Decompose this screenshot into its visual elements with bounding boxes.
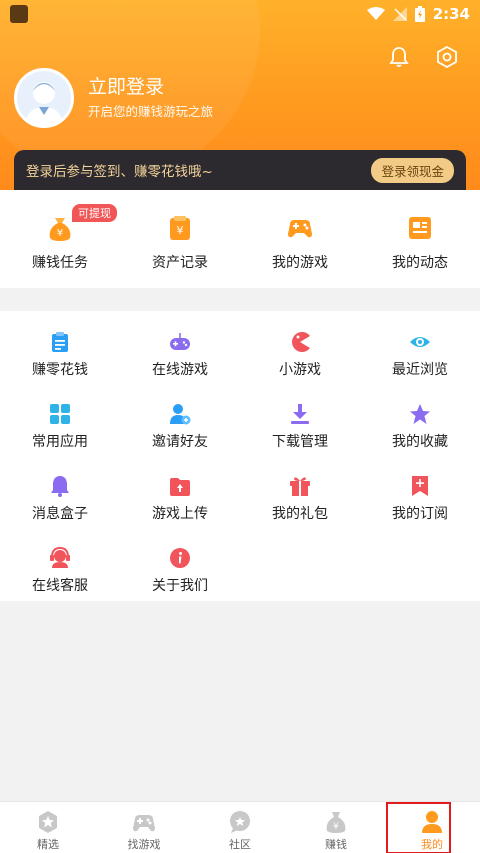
bookmark-icon [409, 475, 431, 497]
no-signal-icon [392, 7, 407, 21]
feature-label: 我的礼包 [272, 506, 328, 522]
quick-action-my-games[interactable]: 我的游戏 [240, 190, 360, 288]
feature-grid: 赚零花钱 在线游戏 小游戏 最近浏览 常用应用 邀请好友 下载管理 我的收藏 消… [0, 311, 480, 601]
feature-invite-friends[interactable]: 邀请好友 [120, 399, 240, 471]
quick-action-label: 我的游戏 [272, 255, 328, 271]
money-bag-icon: ¥ [46, 214, 74, 242]
nav-featured[interactable]: 精选 [0, 802, 96, 853]
feature-label: 小游戏 [279, 362, 321, 378]
feature-label: 邀请好友 [152, 434, 208, 450]
star-icon [409, 403, 431, 425]
info-icon [169, 547, 191, 569]
feature-common-apps[interactable]: 常用应用 [0, 399, 120, 471]
nav-mine[interactable]: 我的 [384, 802, 480, 853]
feature-label: 在线客服 [32, 578, 88, 594]
feature-recent-browsing[interactable]: 最近浏览 [360, 327, 480, 399]
feature-my-gifts[interactable]: 我的礼包 [240, 471, 360, 543]
nav-label: 找游戏 [127, 838, 161, 851]
nav-label: 精选 [37, 838, 59, 851]
feature-my-subscriptions[interactable]: 我的订阅 [360, 471, 480, 543]
star-badge-icon [36, 810, 60, 834]
feature-game-upload[interactable]: 游戏上传 [120, 471, 240, 543]
feature-online-games[interactable]: 在线游戏 [120, 327, 240, 399]
download-icon [289, 403, 311, 425]
feature-label: 最近浏览 [392, 362, 448, 378]
eye-icon [409, 331, 431, 353]
pacman-icon [289, 331, 311, 353]
battery-charging-icon [414, 6, 425, 22]
login-cash-button[interactable]: 登录领现金 [371, 157, 454, 183]
person-icon [420, 810, 444, 834]
feature-label: 下载管理 [272, 434, 328, 450]
add-friend-icon [169, 403, 191, 425]
withdrawable-badge: 可提现 [72, 204, 117, 222]
feature-label: 常用应用 [32, 434, 88, 450]
status-bar: 2:34 [0, 0, 480, 28]
nav-community[interactable]: 社区 [192, 802, 288, 853]
login-banner[interactable]: 登录后参与签到、赚零花钱哦~ 登录领现金 [14, 150, 466, 190]
notification-bell-icon[interactable] [386, 44, 412, 70]
profile-header: 2:34 立即登录 开启您的赚钱游玩之旅 登录后参与签到、赚零花钱哦~ 登录领现… [0, 0, 480, 192]
gamepad-icon [286, 214, 314, 242]
settings-gear-icon[interactable] [434, 44, 460, 70]
feed-icon [406, 214, 434, 242]
headset-icon [49, 547, 71, 569]
feature-mini-games[interactable]: 小游戏 [240, 327, 360, 399]
bottom-nav: 精选 找游戏 社区 ¥ 赚钱 我的 [0, 801, 480, 853]
quick-action-asset-records[interactable]: ¥ 资产记录 [120, 190, 240, 288]
feature-label: 赚零花钱 [32, 362, 88, 378]
nav-label: 我的 [421, 838, 443, 851]
app-notification-icon [10, 5, 28, 23]
feature-label: 在线游戏 [152, 362, 208, 378]
login-link[interactable]: 立即登录 [88, 72, 164, 99]
feature-download-manager[interactable]: 下载管理 [240, 399, 360, 471]
quick-action-label: 赚钱任务 [32, 255, 88, 271]
nav-earn-money[interactable]: ¥ 赚钱 [288, 802, 384, 853]
wifi-icon [366, 7, 385, 21]
quick-action-label: 我的动态 [392, 255, 448, 271]
feature-label: 游戏上传 [152, 506, 208, 522]
avatar[interactable] [14, 68, 74, 128]
feature-message-box[interactable]: 消息盒子 [0, 471, 120, 543]
quick-action-earn-tasks[interactable]: ¥ 可提现 赚钱任务 [0, 190, 120, 288]
upload-folder-icon [169, 475, 191, 497]
money-bag-nav-icon: ¥ [324, 810, 348, 834]
nav-find-games[interactable]: 找游戏 [96, 802, 192, 853]
banner-text: 登录后参与签到、赚零花钱哦~ [26, 164, 213, 180]
status-time: 2:34 [432, 5, 470, 23]
gift-icon [289, 475, 311, 497]
feature-my-favorites[interactable]: 我的收藏 [360, 399, 480, 471]
quick-action-label: 资产记录 [152, 255, 208, 271]
feature-label: 关于我们 [152, 578, 208, 594]
login-subtitle: 开启您的赚钱游玩之旅 [88, 104, 214, 119]
quick-actions: ¥ 可提现 赚钱任务 ¥ 资产记录 我的游戏 我的动态 [0, 190, 480, 288]
apps-grid-icon [49, 403, 71, 425]
wallet-icon: ¥ [166, 214, 194, 242]
nav-label: 赚钱 [325, 838, 347, 851]
controller-icon [169, 331, 191, 353]
feature-label: 我的收藏 [392, 434, 448, 450]
svg-text:¥: ¥ [177, 224, 184, 237]
svg-text:¥: ¥ [57, 228, 63, 239]
feature-about-us[interactable]: 关于我们 [120, 543, 240, 615]
feature-online-support[interactable]: 在线客服 [0, 543, 120, 615]
quick-action-my-feed[interactable]: 我的动态 [360, 190, 480, 288]
feature-label: 消息盒子 [32, 506, 88, 522]
gamepad-nav-icon [132, 810, 156, 834]
clipboard-icon [49, 331, 71, 353]
feature-earn-pocket-money[interactable]: 赚零花钱 [0, 327, 120, 399]
feature-label: 我的订阅 [392, 506, 448, 522]
nav-label: 社区 [229, 838, 251, 851]
chat-bubble-icon [228, 810, 252, 834]
svg-text:¥: ¥ [333, 822, 339, 832]
bell-icon [49, 475, 71, 497]
